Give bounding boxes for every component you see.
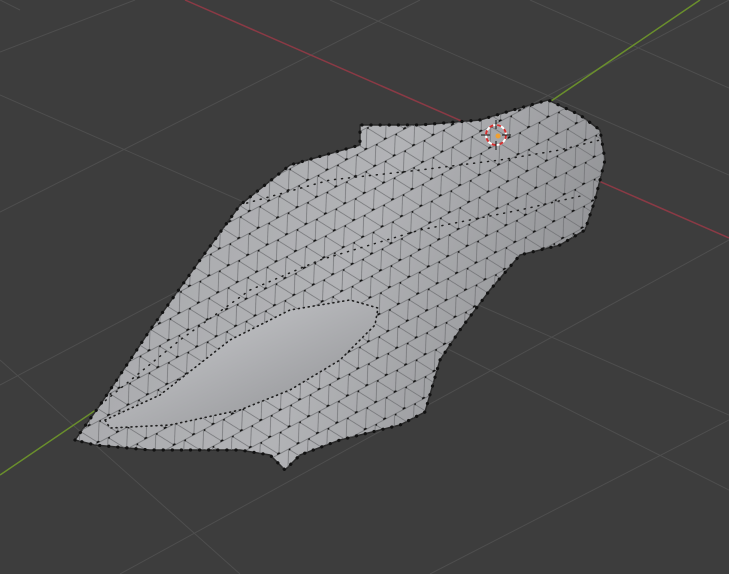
mesh-object[interactable]: [72, 98, 607, 473]
viewport-canvas[interactable]: [0, 0, 729, 574]
object-origin-icon: [495, 133, 501, 139]
3d-viewport[interactable]: [0, 0, 729, 574]
